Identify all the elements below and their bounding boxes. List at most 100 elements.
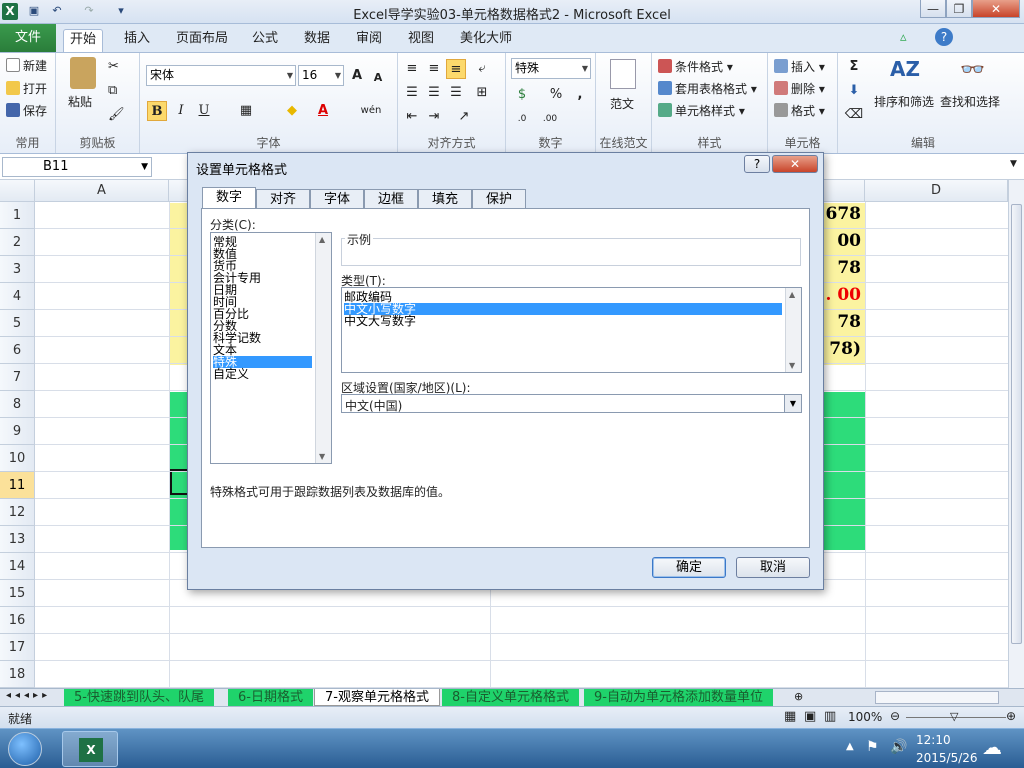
locale-select[interactable]: 中文(中国) ▼ [341, 394, 802, 413]
sheet-tab-active[interactable]: 7-观察单元格格式 [314, 689, 440, 706]
tab-beautify[interactable]: 美化大师 [454, 29, 518, 52]
align-right-icon[interactable]: ☰ [446, 83, 466, 103]
type-list[interactable]: 邮政编码 中文小写数字 中文大写数字 ▲ ▼ [341, 287, 802, 373]
save-ribbon-button[interactable]: 保存 [6, 102, 47, 119]
merge-icon[interactable]: ⊞ [472, 83, 492, 103]
align-bottom-icon[interactable]: ≡ [446, 59, 466, 79]
align-left-icon[interactable]: ☰ [402, 83, 422, 103]
sheet-tab[interactable]: 9-自动为单元格添加数量单位 [584, 689, 773, 706]
currency-icon[interactable]: $ [512, 85, 532, 105]
excel-taskbar-button[interactable]: X [62, 731, 118, 767]
comma-button[interactable]: , [570, 85, 590, 105]
dialog-tab-fill[interactable]: 填充 [418, 189, 472, 209]
decrease-indent-icon[interactable]: ⇤ [402, 107, 422, 127]
row-header[interactable]: 15 [0, 580, 35, 607]
close-window-button[interactable]: ✕ [972, 0, 1020, 18]
fill-icon[interactable]: ⬇ [844, 81, 864, 101]
underline-button[interactable]: U [194, 101, 214, 121]
format-cells-button[interactable]: 格式 ▾ [774, 102, 825, 119]
number-format-combo[interactable]: 特殊 ▼ [511, 58, 591, 79]
row-header[interactable]: 8 [0, 391, 35, 418]
category-item[interactable]: 自定义 [213, 368, 312, 380]
autosum-button[interactable]: Σ [844, 57, 864, 77]
format-painter-icon[interactable]: 🖌 [108, 107, 125, 122]
percent-button[interactable]: % [546, 85, 566, 105]
bold-button[interactable]: B [147, 101, 167, 121]
increase-decimal-icon[interactable]: .0 [512, 109, 532, 129]
start-button[interactable] [8, 732, 42, 766]
dialog-tab-alignment[interactable]: 对齐 [256, 189, 310, 209]
align-center-icon[interactable]: ☰ [424, 83, 444, 103]
scroll-up-icon[interactable]: ▲ [789, 290, 795, 299]
align-top-icon[interactable]: ≡ [402, 59, 422, 79]
phonetic-button[interactable]: wén [358, 101, 384, 121]
col-header-d[interactable]: D [865, 180, 1008, 202]
tab-insert[interactable]: 插入 [118, 29, 156, 52]
dialog-tab-number[interactable]: 数字 [202, 187, 256, 209]
row-header[interactable]: 17 [0, 634, 35, 661]
increase-indent-icon[interactable]: ⇥ [424, 107, 444, 127]
tab-view[interactable]: 视图 [402, 29, 440, 52]
tab-formulas[interactable]: 公式 [246, 29, 284, 52]
view-pagebreak-icon[interactable]: ▥ [824, 709, 836, 724]
row-header[interactable]: 9 [0, 418, 35, 445]
tab-data[interactable]: 数据 [298, 29, 336, 52]
select-all-corner[interactable] [0, 180, 35, 202]
open-button[interactable]: 打开 [6, 80, 47, 97]
restore-button[interactable]: ❐ [946, 0, 972, 18]
font-size-combo[interactable]: 16 ▼ [298, 65, 344, 86]
new-button[interactable]: 新建 [6, 57, 47, 74]
scroll-thumb[interactable] [1011, 204, 1022, 644]
row-header[interactable]: 7 [0, 364, 35, 391]
row-header[interactable]: 11 [0, 472, 35, 499]
tab-nav-arrows-icon[interactable]: ◂◂◂▸▸ [6, 690, 51, 701]
chevron-down-icon[interactable]: ▼ [784, 395, 801, 412]
paste-icon[interactable] [70, 57, 96, 89]
type-item[interactable]: 中文大写数字 [344, 315, 782, 327]
row-header[interactable]: 10 [0, 445, 35, 472]
row-header[interactable]: 4 [0, 283, 35, 310]
tab-home[interactable]: 开始 [63, 29, 104, 52]
fill-color-icon[interactable]: ◆ [282, 101, 302, 121]
font-color-icon[interactable]: A [313, 101, 333, 121]
sort-filter-icon[interactable]: AZ [890, 57, 920, 85]
view-layout-icon[interactable]: ▣ [804, 709, 816, 724]
dialog-tab-font[interactable]: 字体 [310, 189, 364, 209]
cell-styles-button[interactable]: 单元格样式 ▾ [658, 102, 745, 119]
tray-expand-icon[interactable]: ▲ [846, 741, 854, 752]
row-header[interactable]: 16 [0, 607, 35, 634]
action-center-icon[interactable]: ⚑ [866, 739, 879, 755]
orientation-icon[interactable]: ↗ [454, 107, 474, 127]
minimize-button[interactable]: — [920, 0, 946, 18]
tab-page-layout[interactable]: 页面布局 [170, 29, 234, 52]
cut-icon[interactable]: ✂ [108, 59, 119, 74]
category-scrollbar[interactable]: ▲ ▼ [315, 233, 331, 463]
sheet-tab[interactable]: 8-自定义单元格格式 [442, 689, 579, 706]
row-header[interactable]: 5 [0, 310, 35, 337]
expand-formula-icon[interactable]: ▼ [1010, 159, 1017, 169]
row-header[interactable]: 6 [0, 337, 35, 364]
template-button[interactable]: 范文 [610, 95, 634, 112]
wrap-text-icon[interactable]: ⤶ [472, 59, 492, 79]
insert-cells-button[interactable]: 插入 ▾ [774, 58, 825, 75]
copy-icon[interactable]: ⧉ [108, 83, 117, 98]
name-box[interactable]: B11 ▼ [2, 157, 152, 177]
dialog-help-button[interactable]: ? [744, 155, 770, 173]
delete-cells-button[interactable]: 删除 ▾ [774, 80, 825, 97]
row-header[interactable]: 1 [0, 202, 35, 229]
sheet-tab[interactable]: 5-快速跳到队头、队尾 [64, 689, 214, 706]
horizontal-scrollbar[interactable] [875, 691, 999, 704]
grow-font-button[interactable]: A [347, 66, 367, 86]
shrink-font-button[interactable]: A [368, 68, 388, 88]
help-icon[interactable]: ? [935, 28, 953, 46]
category-list[interactable]: 常规 数值 货币 会计专用 日期 时间 百分比 分数 科学记数 文本 特殊 自定义 ▲ ▼ [210, 232, 332, 464]
clock-time[interactable]: 12:10 [916, 733, 951, 747]
col-header-a[interactable]: A [35, 180, 169, 202]
tab-review[interactable]: 审阅 [350, 29, 388, 52]
clock-date[interactable]: 2015/5/26 [916, 751, 978, 765]
zoom-slider-thumb[interactable]: ▽ [950, 710, 958, 723]
weather-icon[interactable]: ☁ [982, 735, 1002, 759]
clear-icon[interactable]: ⌫ [844, 105, 864, 125]
volume-icon[interactable]: 🔊 [890, 739, 907, 755]
insert-sheet-icon[interactable]: ⊕ [794, 690, 803, 703]
